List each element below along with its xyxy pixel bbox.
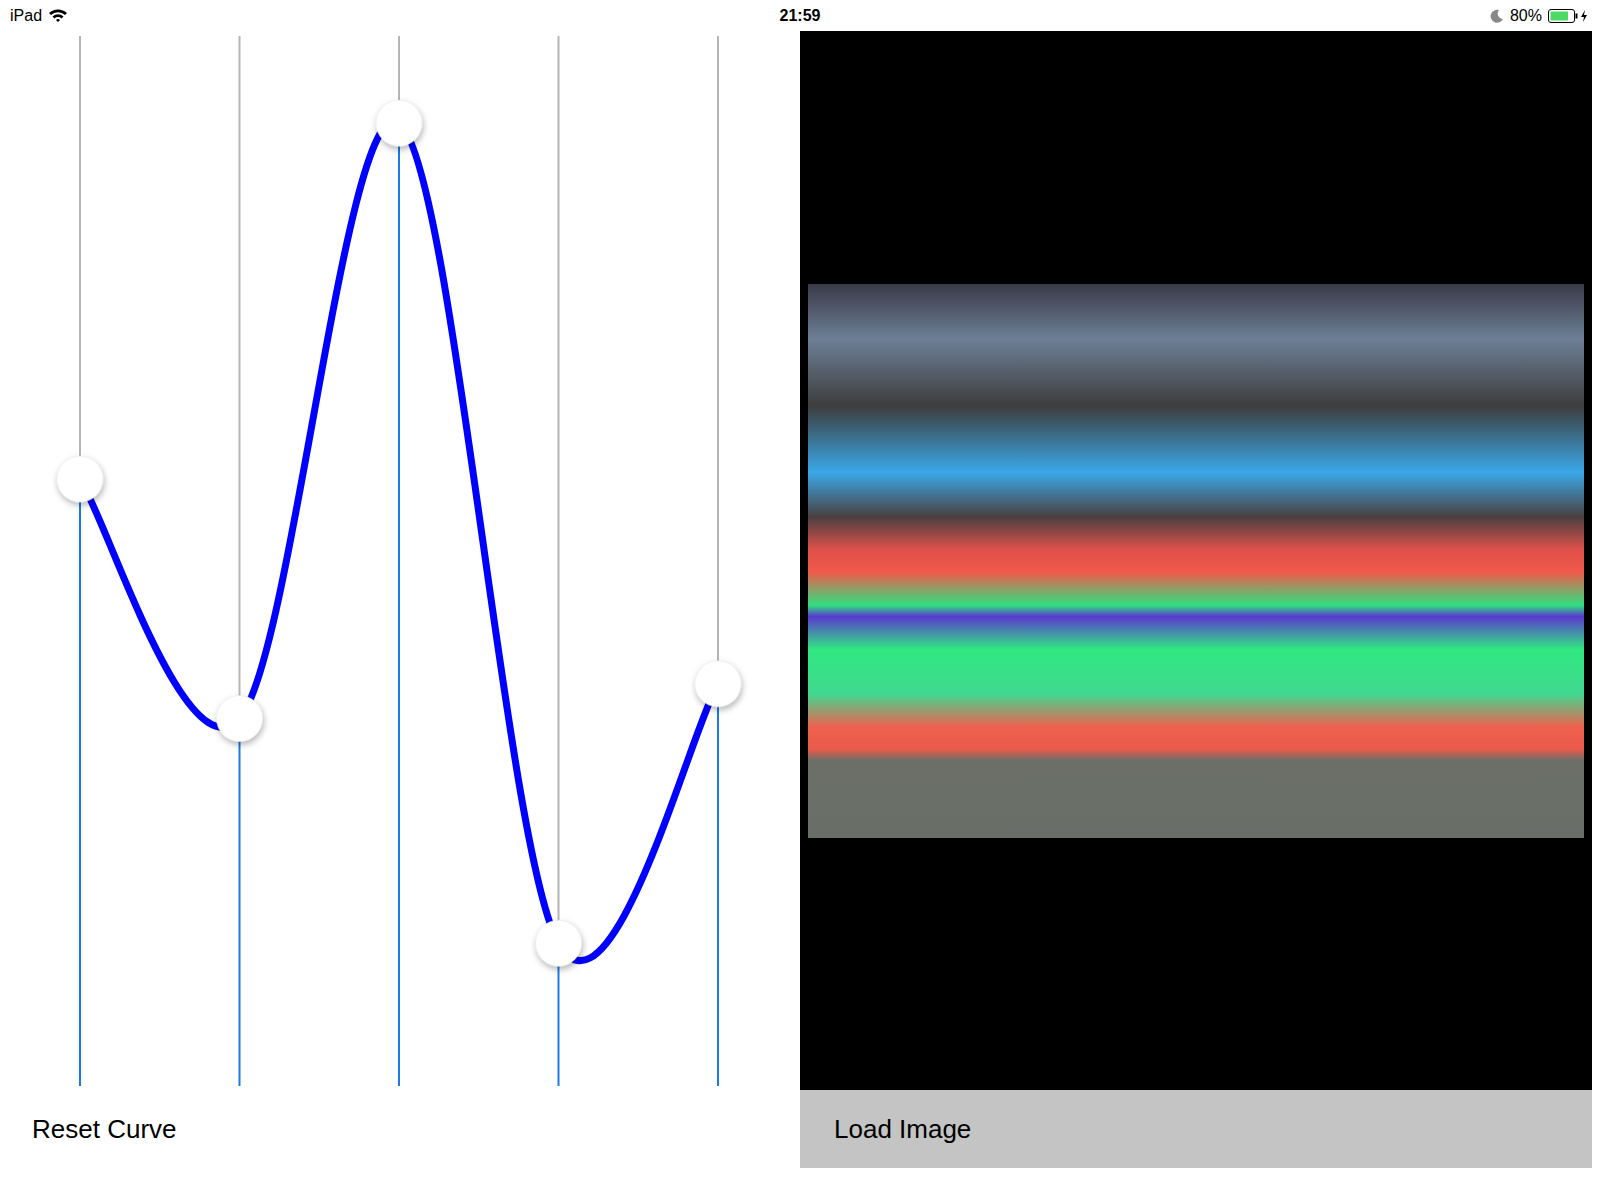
slider-knob[interactable] [57, 456, 103, 502]
track-upper [717, 36, 719, 684]
slider-knob[interactable] [217, 696, 263, 742]
image-viewer [800, 31, 1592, 1090]
slider-track[interactable] [718, 36, 719, 1086]
slider-track[interactable] [80, 36, 81, 1086]
track-upper [79, 36, 81, 479]
track-upper [239, 36, 241, 719]
slider-knob[interactable] [376, 100, 422, 146]
charging-icon [1581, 10, 1587, 22]
battery-percent: 80% [1510, 7, 1542, 25]
wifi-icon [48, 8, 68, 23]
clock: 21:59 [780, 7, 821, 25]
tone-curve [80, 121, 718, 960]
battery-icon [1548, 9, 1590, 23]
curve-panel: Reset Curve [0, 31, 800, 1168]
status-bar: iPad 21:59 80% [0, 0, 1600, 31]
curve-editor [0, 31, 800, 1090]
track-lower [717, 684, 719, 1086]
track-upper [558, 36, 560, 943]
reset-curve-button[interactable]: Reset Curve [32, 1110, 177, 1149]
reset-row: Reset Curve [0, 1090, 800, 1168]
processed-photo [808, 284, 1584, 838]
track-lower [79, 479, 81, 1086]
main-area: Reset Curve Load Image [0, 31, 1600, 1168]
slider-track[interactable] [399, 36, 400, 1086]
track-lower [239, 719, 241, 1087]
track-lower [398, 123, 400, 1086]
device-label: iPad [10, 7, 42, 25]
slider-knob[interactable] [536, 920, 582, 966]
screen: iPad 21:59 80% Reset Curve Load Image [0, 0, 1600, 1200]
load-bar: Load Image [800, 1090, 1592, 1168]
moon-icon [1490, 9, 1504, 23]
slider-track[interactable] [239, 36, 240, 1086]
slider-knob[interactable] [695, 661, 741, 707]
load-image-button[interactable]: Load Image [834, 1110, 971, 1149]
image-panel: Load Image [800, 31, 1592, 1168]
